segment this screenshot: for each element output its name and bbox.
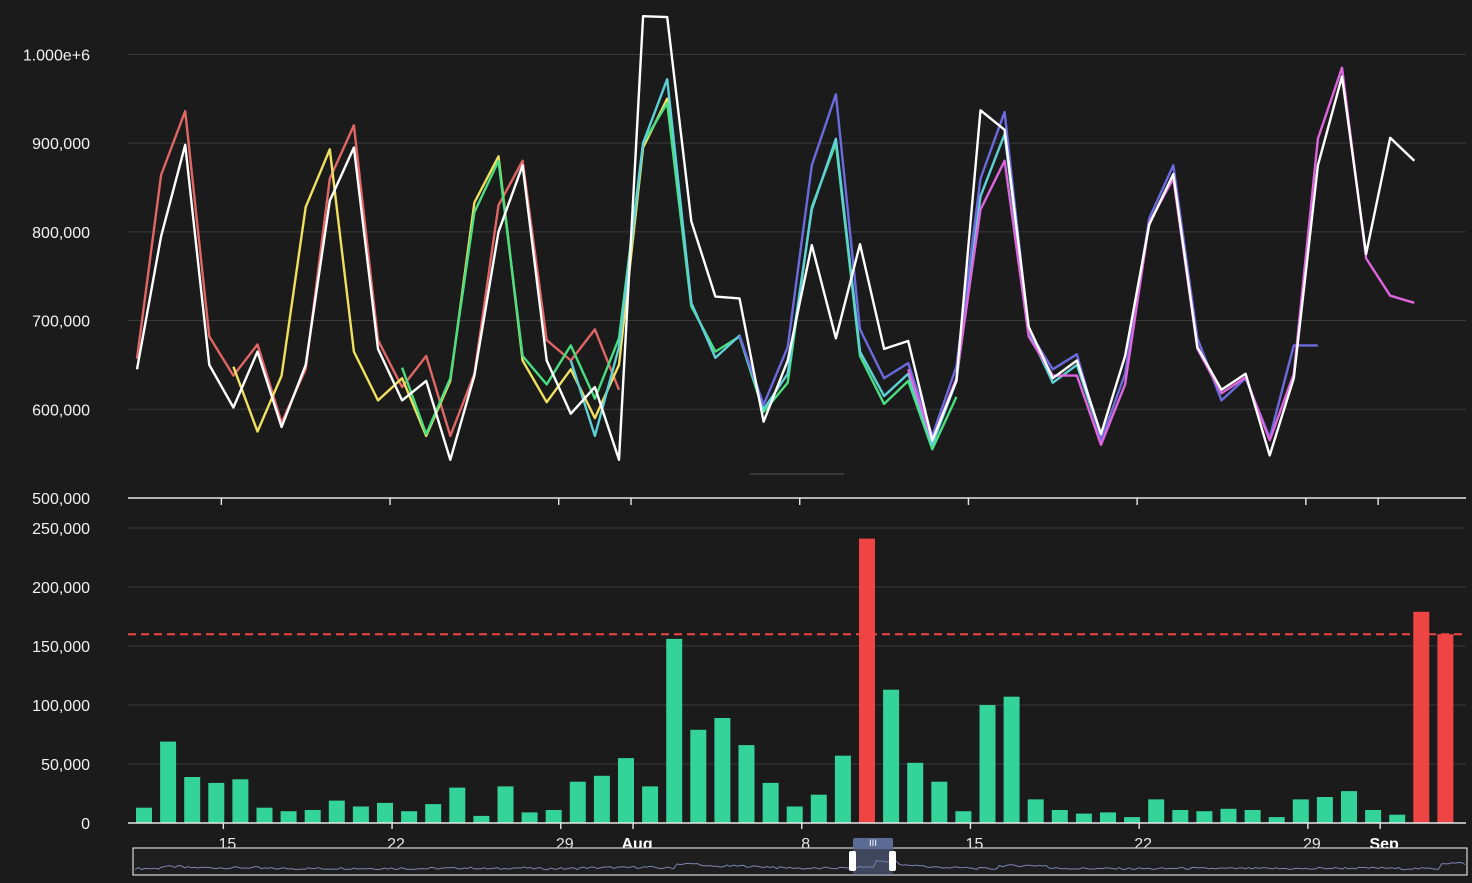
bar — [1124, 817, 1141, 823]
bar — [1268, 817, 1285, 823]
range-navigator[interactable]: III — [132, 838, 1468, 876]
upper-y-tick-label: 700,000 — [32, 314, 90, 331]
navigator-selection[interactable] — [853, 848, 893, 875]
upper-y-tick-label: 500,000 — [32, 491, 90, 508]
bar — [1244, 810, 1261, 823]
bar — [1220, 808, 1237, 823]
upper-y-tick-label: 600,000 — [32, 402, 90, 419]
bar — [184, 777, 201, 823]
navigator-grip-icon: III — [869, 839, 877, 849]
bar — [160, 741, 177, 823]
lower-y-tick-label: 250,000 — [32, 521, 90, 538]
navigator-right-handle[interactable] — [889, 851, 896, 871]
bar — [1365, 810, 1382, 823]
bar — [834, 755, 851, 823]
bar — [401, 811, 418, 823]
bar — [666, 638, 683, 823]
bar — [979, 705, 996, 823]
lower-y-tick-label: 150,000 — [32, 639, 90, 656]
bar — [883, 689, 900, 823]
navigator-left-handle[interactable] — [849, 851, 856, 871]
bar — [304, 810, 321, 823]
bar — [786, 806, 803, 823]
bar — [569, 781, 586, 823]
bar — [1341, 791, 1357, 823]
bar — [377, 802, 393, 823]
bar — [1003, 696, 1020, 823]
bar — [1316, 797, 1333, 823]
bar — [1389, 814, 1406, 823]
bar — [1100, 812, 1116, 823]
bar — [449, 787, 466, 823]
upper-y-tick-label: 800,000 — [32, 225, 90, 242]
bar — [955, 811, 972, 823]
chart-canvas: 500,000 600,000 700,000 800,000 900,000 1.000… — [23, 15, 1468, 876]
upper-y-tick-label: 900,000 — [32, 136, 90, 153]
bar — [714, 718, 731, 823]
bar — [1027, 799, 1044, 823]
bar — [473, 815, 490, 823]
bar — [810, 794, 827, 823]
bar — [593, 775, 610, 823]
bar — [352, 806, 369, 823]
anomaly-bar — [1413, 611, 1430, 823]
series-line-3 — [400, 101, 958, 451]
bar — [762, 782, 779, 823]
bar — [256, 807, 273, 823]
bar — [907, 762, 924, 823]
bar — [328, 800, 345, 823]
upper-y-axis-ticks: 500,000 600,000 700,000 800,000 900,000 1.000… — [23, 47, 90, 508]
navigator-frame[interactable] — [132, 847, 1468, 876]
lower-y-tick-label: 100,000 — [32, 698, 90, 715]
lower-y-axis-ticks: 0 50,000 100,000 150,000 200,000 250,000 — [32, 521, 90, 833]
lower-y-tick-label: 200,000 — [32, 580, 90, 597]
bar — [1148, 799, 1165, 823]
upper-x-tick-marks — [220, 498, 1379, 505]
lower-y-tick-label: 0 — [81, 816, 90, 833]
bar — [208, 782, 225, 823]
bar — [545, 810, 562, 823]
bar — [497, 786, 514, 823]
bar — [690, 729, 707, 823]
bar — [521, 812, 538, 823]
bar — [1075, 813, 1092, 823]
bar — [280, 811, 297, 823]
anomaly-bar — [859, 538, 875, 823]
upper-y-tick-label: 1.000e+6 — [23, 47, 90, 64]
anomaly-bar — [1437, 634, 1454, 823]
bar — [425, 804, 442, 823]
upper-series-lines — [135, 15, 1416, 461]
bar — [642, 786, 659, 823]
lower-gridlines — [128, 527, 1466, 765]
lower-y-tick-label: 50,000 — [41, 757, 90, 774]
bar — [1292, 799, 1309, 823]
bar — [1051, 810, 1068, 823]
series-line-6 — [907, 66, 1415, 446]
upper-gridlines — [128, 53, 1466, 410]
bar — [136, 807, 152, 823]
lower-bars — [136, 538, 1454, 823]
bar — [931, 781, 948, 823]
bar — [618, 758, 634, 823]
bar — [1172, 810, 1189, 823]
series-line-5 — [738, 93, 1318, 442]
bar — [1196, 811, 1213, 823]
series-line-1 — [135, 109, 621, 438]
bar — [738, 745, 755, 823]
bar — [232, 779, 249, 823]
